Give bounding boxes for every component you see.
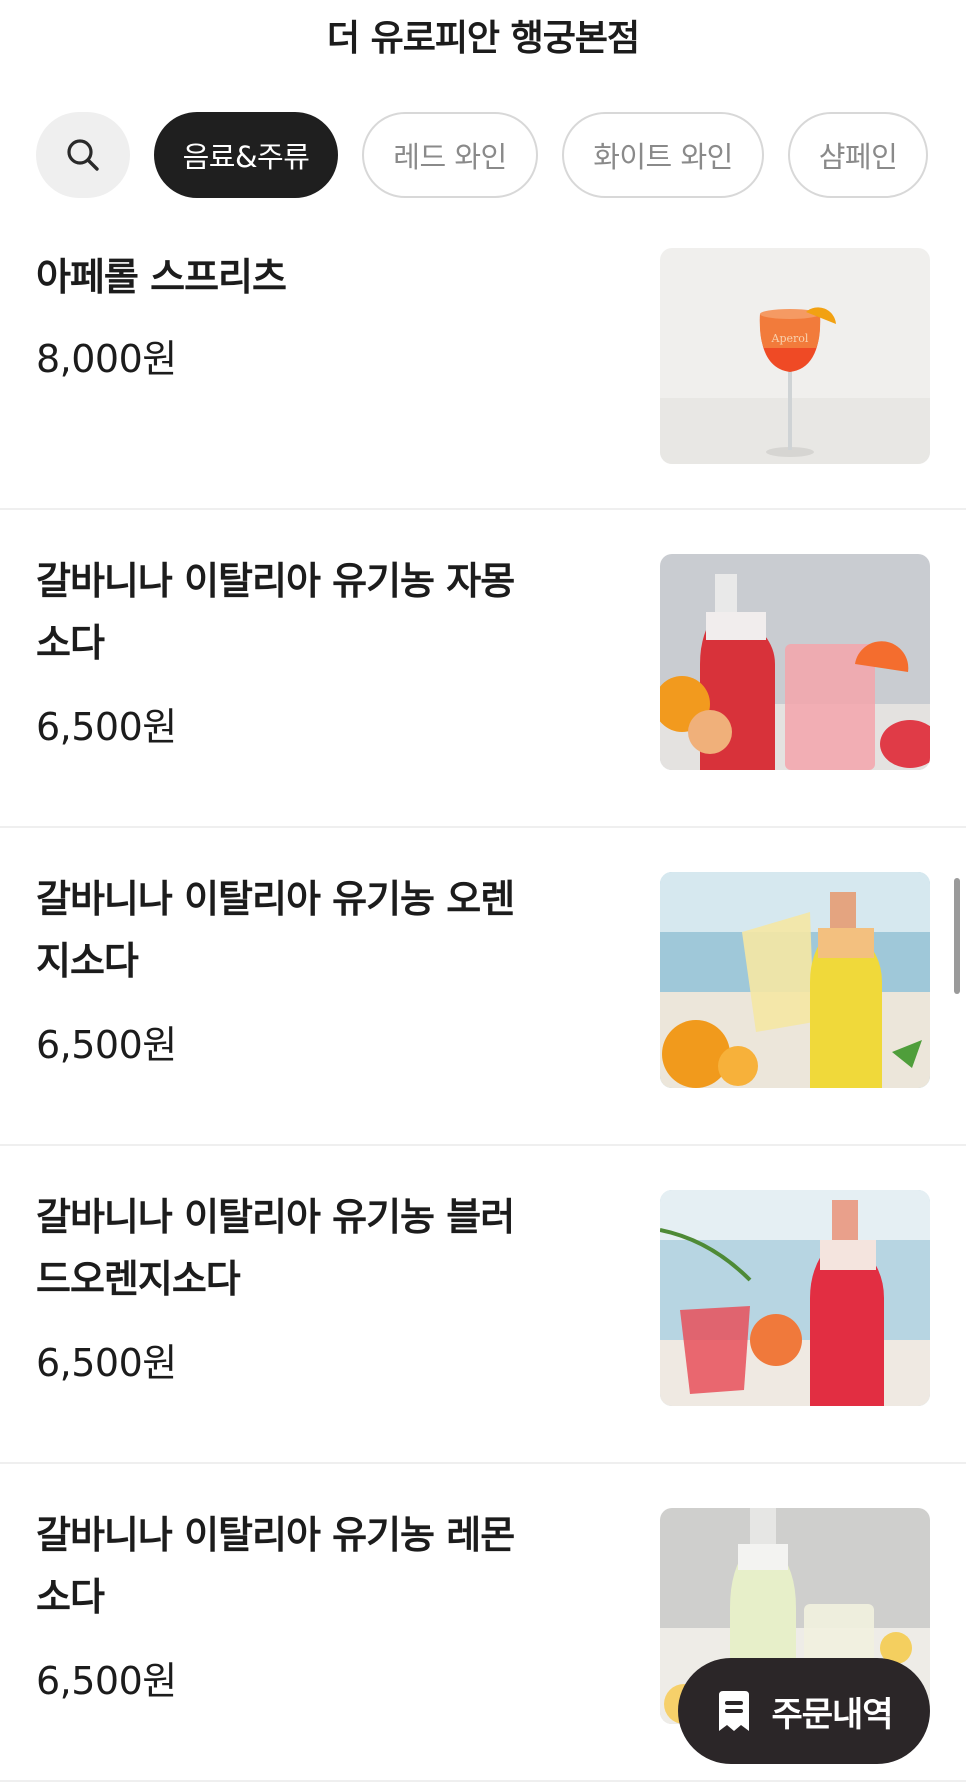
menu-item-image: [660, 872, 930, 1088]
menu-item-price: 6,500원: [36, 1023, 177, 1067]
category-chips: 음료&주류 레드 와인 화이트 와인 샴페인: [36, 112, 928, 198]
search-icon: [67, 139, 99, 171]
menu-item[interactable]: 갈바니나 이탈리아 유기농 오렌지소다 6,500원: [0, 828, 966, 1146]
menu-item[interactable]: 갈바니나 이탈리아 유기농 블러드오렌지소다 6,500원: [0, 1146, 966, 1464]
menu-item-price: 6,500원: [36, 705, 177, 749]
category-tab-red-wine[interactable]: 레드 와인: [362, 112, 538, 198]
order-history-button[interactable]: 주문내역: [678, 1658, 930, 1764]
menu-list: 아페롤 스프리츠 8,000원 Aperol 갈바니나 이탈리아 유기농 자몽소…: [0, 212, 966, 1782]
menu-item-price: 6,500원: [36, 1659, 177, 1703]
menu-item-name: 아페롤 스프리츠: [36, 255, 287, 299]
menu-item-name: 갈바니나 이탈리아 유기농 자몽소다: [36, 559, 515, 665]
category-tab-white-wine[interactable]: 화이트 와인: [562, 112, 764, 198]
category-tab-champagne[interactable]: 샴페인: [788, 112, 928, 198]
menu-item-name: 갈바니나 이탈리아 유기농 블러드오렌지소다: [36, 1195, 515, 1301]
menu-item-name: 갈바니나 이탈리아 유기농 레몬소다: [36, 1513, 515, 1619]
order-history-label: 주문내역: [771, 1694, 893, 1735]
category-tab-drinks[interactable]: 음료&주류: [154, 112, 338, 198]
menu-item[interactable]: 갈바니나 이탈리아 유기농 자몽소다 6,500원: [0, 510, 966, 828]
svg-text:Aperol: Aperol: [771, 332, 809, 345]
menu-item-image: [660, 554, 930, 770]
search-button[interactable]: [36, 112, 130, 198]
menu-item-price: 8,000원: [36, 337, 177, 381]
menu-item-image: Aperol: [660, 248, 930, 464]
receipt-icon: [719, 1691, 750, 1731]
store-title: 더 유로피안 행궁본점: [326, 18, 640, 59]
menu-item[interactable]: 아페롤 스프리츠 8,000원 Aperol: [0, 212, 966, 510]
menu-item-price: 6,500원: [36, 1341, 177, 1385]
menu-item-name: 갈바니나 이탈리아 유기농 오렌지소다: [36, 877, 515, 983]
scrollbar[interactable]: [954, 878, 960, 994]
menu-item-image: [660, 1190, 930, 1406]
app-header: 더 유로피안 행궁본점: [0, 0, 966, 72]
